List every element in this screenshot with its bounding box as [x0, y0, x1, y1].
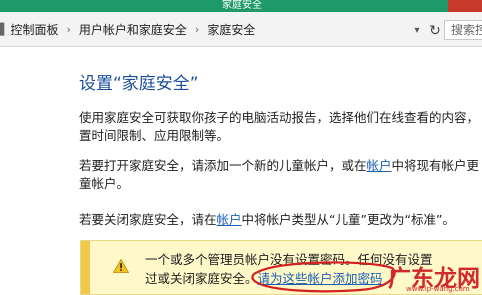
breadcrumb-separator-icon[interactable]: › [195, 23, 199, 36]
intro-line-1: 使用家庭安全可获取你孩子的电脑活动报告，选择他们在线查看的内容， [79, 110, 480, 125]
disable-paragraph: 若要关闭家庭安全，请在帐户中将帐户类型从“儿童”更改为“标准”。 [79, 211, 482, 229]
enable-text-before: 若要打开家庭安全，请添加一个新的儿童帐户，或在 [79, 158, 367, 173]
breadcrumb-user-accounts[interactable]: 用户帐户和家庭安全 [79, 21, 187, 38]
enable-line-2: 童帐户。 [79, 176, 130, 191]
close-button[interactable] [448, 0, 482, 12]
accounts-link[interactable]: 帐户 [367, 158, 392, 173]
disable-text-before: 若要关闭家庭安全，请在 [79, 212, 217, 227]
search-input[interactable]: 搜索控 [444, 20, 482, 40]
search-placeholder: 搜索控 [451, 23, 482, 37]
enable-line-1: 若要打开家庭安全，请添加一个新的儿童帐户，或在帐户中将现有帐户更 [79, 157, 482, 175]
watermark-logo: 广东龙网 www.lp-wang.com [388, 255, 480, 293]
watermark-url: www.lp-wang.com [406, 285, 470, 293]
minimize-button[interactable] [392, 0, 420, 12]
accounts-link-2[interactable]: 帐户 [217, 212, 242, 227]
history-dropdown-icon[interactable]: ▾ [408, 24, 426, 38]
disable-text-after: 中将帐户类型从“儿童”更改为“标准”。 [241, 212, 455, 227]
warning-line-2-text: 过或关闭家庭安全。 [145, 271, 258, 286]
breadcrumb-separator-icon[interactable]: › [66, 23, 70, 36]
intro-line-2: 置时间限制、应用限制等。 [79, 128, 230, 143]
warning-icon [113, 259, 129, 273]
breadcrumb-chevron-icon[interactable]: ▌ [0, 23, 8, 36]
maximize-button[interactable] [420, 0, 448, 12]
title-bar: 家庭安全 [0, 0, 482, 12]
address-bar: ▌ 控制面板 › 用户帐户和家庭安全 › 家庭安全 ▾ ↻ 搜索控 [0, 12, 482, 47]
breadcrumb-control-panel[interactable]: 控制面板 [10, 21, 58, 38]
disable-line: 若要关闭家庭安全，请在帐户中将帐户类型从“儿童”更改为“标准”。 [79, 211, 482, 229]
warning-strip [81, 241, 90, 294]
enable-text-after: 中将现有帐户更 [391, 158, 480, 173]
page-title: 设置“家庭安全” [79, 74, 199, 94]
breadcrumb: ▌ 控制面板 › 用户帐户和家庭安全 › 家庭安全 [0, 21, 255, 37]
annotation-circle [251, 261, 396, 293]
enable-paragraph: 若要打开家庭安全，请添加一个新的儿童帐户，或在帐户中将现有帐户更 童帐户。 [79, 157, 482, 193]
window-title: 家庭安全 [222, 0, 262, 11]
intro-paragraph: 使用家庭安全可获取你孩子的电脑活动报告，选择他们在线查看的内容， 置时间限制、应… [79, 109, 482, 145]
breadcrumb-family-safety[interactable]: 家庭安全 [207, 21, 255, 38]
refresh-icon[interactable]: ↻ [426, 23, 444, 39]
